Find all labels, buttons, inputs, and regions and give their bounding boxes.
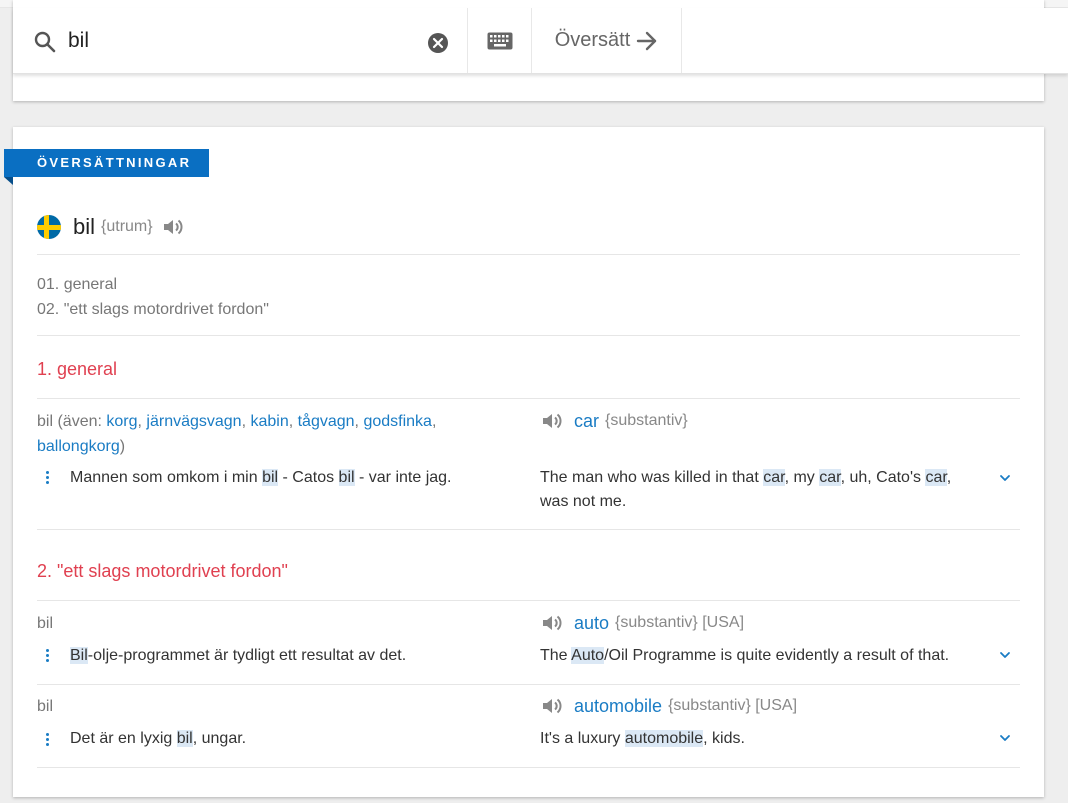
sense-list: 01. general 02. "ett slags motordrivet f…: [37, 272, 269, 322]
ribbon-fold: [4, 177, 13, 185]
divider: [37, 398, 1020, 399]
arrow-right-icon: [637, 31, 657, 50]
source-entry: bil: [37, 611, 477, 636]
source-word: bil: [37, 615, 54, 632]
chevron-down-icon[interactable]: [998, 731, 1012, 745]
sense-title-1: 1. general: [37, 359, 118, 379]
source-word: bil: [37, 413, 54, 430]
section-label: ÖVERSÄTTNINGAR: [4, 149, 210, 177]
example-menu-icon[interactable]: [42, 469, 52, 487]
target-word[interactable]: auto: [574, 613, 609, 634]
example-target: It's a luxury automobile, kids.: [540, 730, 745, 747]
target-meta: {substantiv}: [605, 412, 688, 429]
synonym-link[interactable]: ballongkorg: [37, 438, 120, 455]
speaker-icon[interactable]: [161, 215, 185, 239]
also-suffix: ): [119, 438, 126, 455]
example-menu-icon[interactable]: [42, 647, 52, 665]
example-target: The Auto/Oil Programme is quite evidentl…: [540, 647, 950, 664]
translations-card: ÖVERSÄTTNINGAR bil {utrum} 01. general 0…: [4, 127, 1044, 797]
divider: [37, 529, 1020, 530]
target-meta: {substantiv} [USA]: [615, 614, 745, 631]
headword: bil {utrum}: [37, 213, 185, 241]
example-source: Bil-olje-programmet är tydligt ett resul…: [70, 647, 407, 664]
divider: [37, 254, 1020, 255]
keyboard-icon: [487, 32, 512, 49]
divider: [37, 335, 1020, 336]
speaker-icon[interactable]: [540, 694, 564, 718]
speaker-icon[interactable]: [540, 409, 564, 433]
example-target: The man who was killed in that car, my c…: [540, 469, 952, 510]
swedish-flag-icon: [37, 215, 61, 239]
chevron-down-icon[interactable]: [998, 471, 1012, 485]
divider: [37, 600, 1020, 601]
translate-button-label: Översätt: [554, 29, 631, 51]
target-entry: auto {substantiv} [USA]: [540, 610, 744, 636]
example-source: Mannen som omkom i min bil - Catos bil -…: [70, 469, 452, 486]
search-bar: Översätt: [13, 8, 1068, 74]
headword-gender: {utrum}: [101, 218, 153, 235]
headword-word: bil: [73, 214, 96, 239]
search-input[interactable]: [68, 26, 418, 56]
sense-link-2[interactable]: 02. "ett slags motordrivet fordon": [37, 297, 269, 322]
target-entry: car {substantiv}: [540, 408, 688, 434]
target-word[interactable]: car: [574, 411, 599, 432]
target-entry: automobile {substantiv} [USA]: [540, 693, 797, 719]
example-menu-icon[interactable]: [42, 731, 52, 749]
also-prefix: (även:: [57, 413, 102, 430]
chevron-down-icon[interactable]: [998, 648, 1012, 662]
search-field-container: [13, 8, 468, 73]
source-word: bil: [37, 698, 54, 715]
synonym-link[interactable]: järnvägsvagn: [146, 413, 241, 430]
target-word[interactable]: automobile: [574, 696, 662, 717]
clear-icon[interactable]: [427, 32, 449, 54]
translate-button[interactable]: Översätt: [532, 8, 682, 73]
synonym-link[interactable]: korg: [106, 413, 137, 430]
keyboard-button[interactable]: [468, 8, 532, 73]
sense-title-2: 2. "ett slags motordrivet fordon": [37, 561, 288, 581]
synonym-link[interactable]: godsfinka: [363, 413, 432, 430]
sense-link-1[interactable]: 01. general: [37, 272, 269, 297]
synonym-link[interactable]: kabin: [250, 413, 288, 430]
divider: [37, 684, 1020, 685]
source-entry: bil (även: korg, järnvägsvagn, kabin, tå…: [37, 413, 437, 455]
synonym-link[interactable]: tågvagn: [298, 413, 355, 430]
divider: [37, 767, 1020, 768]
speaker-icon[interactable]: [540, 611, 564, 635]
search-icon: [34, 31, 56, 53]
target-meta: {substantiv} [USA]: [668, 697, 798, 714]
example-source: Det är en lyxig bil, ungar.: [70, 730, 247, 747]
source-entry: bil: [37, 694, 477, 719]
